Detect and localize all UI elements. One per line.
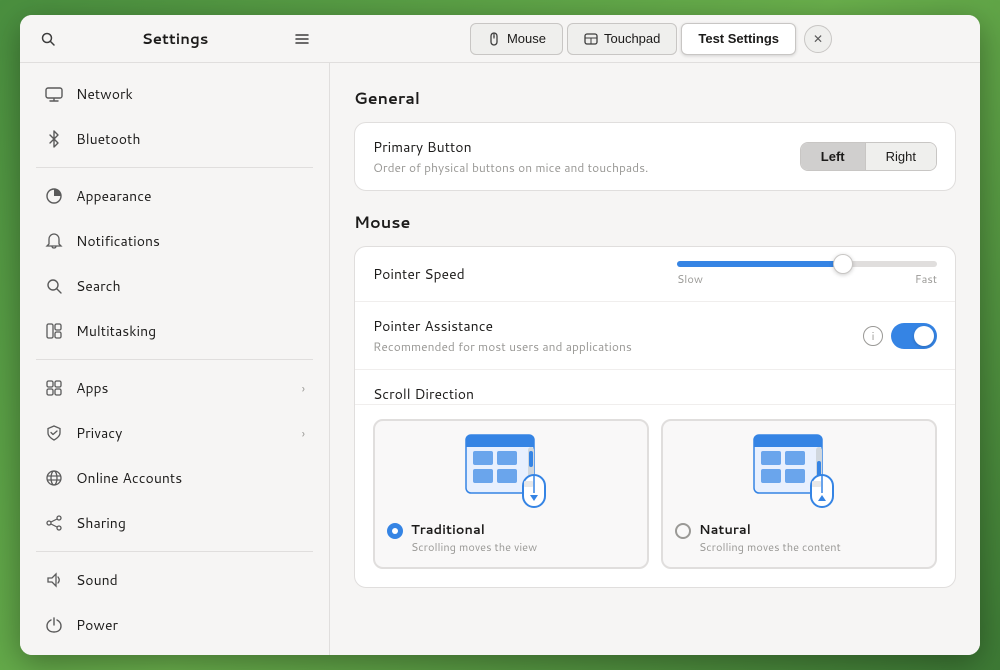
slider-label-fast: Fast [915, 271, 937, 287]
natural-subtitle: Scrolling moves the content [699, 539, 841, 555]
apps-chevron-icon: › [302, 380, 305, 397]
sidebar-item-apps[interactable]: Apps › [28, 366, 321, 410]
scroll-direction-title: Scroll Direction [373, 384, 474, 404]
sharing-icon [44, 513, 64, 533]
hamburger-icon[interactable] [286, 23, 318, 55]
sidebar-item-online-accounts[interactable]: Online Accounts [28, 456, 321, 500]
toggle-knob [914, 326, 934, 346]
primary-button-title: Primary Button [373, 137, 800, 157]
primary-button-control: Left Right [800, 142, 937, 171]
slider-fill [677, 261, 838, 267]
info-icon[interactable]: i [863, 326, 883, 346]
titlebar-title: Settings [72, 28, 278, 49]
pointer-speed-title: Pointer Speed [373, 264, 677, 284]
tab-test-settings[interactable]: Test Settings [681, 23, 796, 55]
scroll-option-natural[interactable]: Natural Scrolling moves the content [661, 419, 937, 569]
mouse-card: Pointer Speed Slow Fast [354, 246, 956, 588]
sidebar-item-displays[interactable]: Displays [28, 648, 321, 655]
sidebar-item-privacy[interactable]: Privacy › [28, 411, 321, 455]
settings-window: Settings Mouse [20, 15, 980, 655]
privacy-icon [44, 423, 64, 443]
notifications-icon [44, 231, 64, 251]
primary-button-row: Primary Button Order of physical buttons… [355, 123, 955, 190]
main-content: General Primary Button Order of physical… [330, 63, 980, 655]
scroll-option-traditional[interactable]: Traditional Scrolling moves the view [373, 419, 649, 569]
general-section-title: General [354, 87, 956, 110]
traditional-subtitle: Scrolling moves the view [411, 539, 537, 555]
pointer-assistance-toggle[interactable] [891, 323, 937, 349]
privacy-chevron-icon: › [302, 425, 305, 442]
pointer-assistance-title: Pointer Assistance [373, 316, 863, 336]
sidebar-item-sharing[interactable]: Sharing [28, 501, 321, 545]
power-icon [44, 615, 64, 635]
separator-1 [36, 167, 313, 168]
left-button[interactable]: Left [801, 143, 866, 170]
sidebar-item-appearance[interactable]: Appearance [28, 174, 321, 218]
multitasking-icon [44, 321, 64, 341]
radio-dot-inner [392, 528, 398, 534]
search-icon-btn[interactable] [32, 23, 64, 55]
radio-natural[interactable] [675, 523, 691, 539]
sidebar-item-power[interactable]: Power [28, 603, 321, 647]
general-card: Primary Button Order of physical buttons… [354, 122, 956, 191]
apps-icon [44, 378, 64, 398]
natural-illustration [749, 433, 849, 513]
titlebar-left: Settings [20, 23, 330, 55]
pointer-assistance-control: i [863, 323, 937, 349]
mouse-section-title: Mouse [354, 211, 956, 234]
pointer-assistance-subtitle: Recommended for most users and applicati… [373, 338, 863, 355]
sidebar-item-sound[interactable]: Sound [28, 558, 321, 602]
radio-traditional[interactable] [387, 523, 403, 539]
search-icon [44, 276, 64, 296]
pointer-speed-slider[interactable]: Slow Fast [677, 261, 937, 287]
titlebar: Settings Mouse [20, 15, 980, 63]
scroll-direction-row: Scroll Direction [355, 370, 955, 405]
natural-label: Natural [699, 521, 841, 539]
sound-icon [44, 570, 64, 590]
sidebar: Network Bluetooth App [20, 63, 330, 655]
slider-label-slow: Slow [677, 271, 703, 287]
content-area: Network Bluetooth App [20, 63, 980, 655]
pointer-speed-control: Slow Fast [677, 261, 937, 287]
slider-thumb[interactable] [833, 254, 853, 274]
titlebar-tabs: Mouse Touchpad Test Settings ✕ [330, 23, 980, 55]
pointer-assistance-row: Pointer Assistance Recommended for most … [355, 302, 955, 370]
traditional-label: Traditional [411, 521, 537, 539]
primary-button-subtitle: Order of physical buttons on mice and to… [373, 159, 800, 176]
separator-2 [36, 359, 313, 360]
network-icon [44, 84, 64, 104]
sidebar-item-multitasking[interactable]: Multitasking [28, 309, 321, 353]
traditional-illustration [461, 433, 561, 513]
sidebar-item-bluetooth[interactable]: Bluetooth [28, 117, 321, 161]
slider-track [677, 261, 937, 267]
primary-button-group: Left Right [800, 142, 937, 171]
sidebar-item-notifications[interactable]: Notifications [28, 219, 321, 263]
right-button[interactable]: Right [866, 143, 936, 170]
separator-3 [36, 551, 313, 552]
bluetooth-icon [44, 129, 64, 149]
tab-touchpad[interactable]: Touchpad [567, 23, 677, 55]
online-accounts-icon [44, 468, 64, 488]
sidebar-item-network[interactable]: Network [28, 72, 321, 116]
appearance-icon [44, 186, 64, 206]
pointer-speed-row: Pointer Speed Slow Fast [355, 247, 955, 302]
sidebar-item-search[interactable]: Search [28, 264, 321, 308]
scroll-options: Traditional Scrolling moves the view [355, 405, 955, 587]
tab-mouse[interactable]: Mouse [470, 23, 563, 55]
close-button[interactable]: ✕ [804, 25, 832, 53]
